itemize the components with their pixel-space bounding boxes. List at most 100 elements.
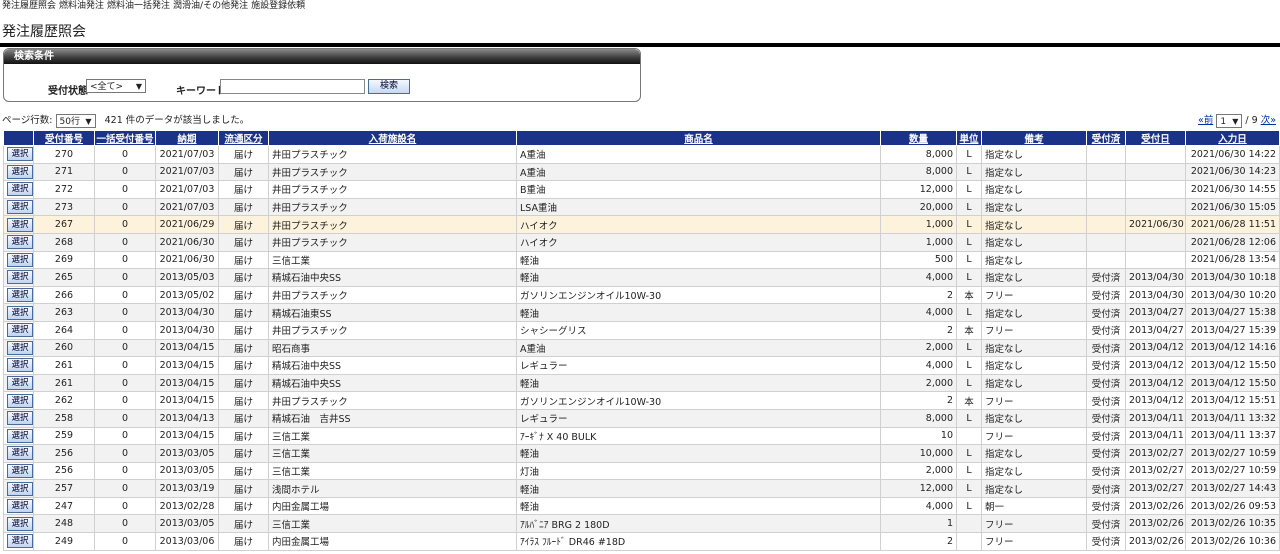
select-row-button[interactable]: 選択 [7, 393, 33, 408]
table-cell: L [956, 250, 982, 270]
table-cell: 258 [33, 408, 95, 428]
table-cell: 0 [94, 514, 156, 534]
select-row-button[interactable]: 選択 [7, 463, 33, 478]
column-header-10[interactable]: 受付済 [1086, 130, 1126, 146]
table-cell: 2021/06/30 14:23 [1185, 162, 1280, 182]
table-cell: 三信工業 [268, 426, 517, 446]
select-row-button[interactable]: 選択 [7, 200, 33, 215]
table-cell [1086, 215, 1126, 234]
table-cell: 2021/07/03 [155, 180, 219, 199]
column-header-3[interactable]: 納期 [155, 130, 219, 146]
pagination: «前 1 ▼ / 9 次» [1198, 112, 1276, 128]
table-cell: 2013/03/05 [155, 444, 219, 463]
table-cell: 12,000 [880, 180, 957, 199]
table-row: 選択 256 0 2013/03/05 届け 三信工業 軽油 10,000 L 指定なし 受付済 20… [3, 444, 1280, 463]
nav-link-2[interactable]: 燃料油一括発注 [107, 1, 170, 11]
nav-link-1[interactable]: 燃料油発注 [59, 1, 104, 11]
table-cell: 260 [33, 338, 95, 358]
table-cell: 受付済 [1086, 461, 1126, 481]
select-row-button[interactable]: 選択 [7, 534, 33, 549]
table-cell: 2021/06/28 12:06 [1185, 232, 1280, 252]
table-row: 選択 249 0 2013/03/06 届け 内田金属工場 ｱｲﾗｽ ﾌﾙｰﾄﾞ DR46 … [3, 532, 1280, 551]
column-header-6[interactable]: 商品名 [516, 130, 881, 146]
table-cell: 届け [218, 408, 269, 428]
table-cell: 269 [33, 250, 95, 270]
table-cell: 届け [218, 268, 269, 287]
select-row-button[interactable]: 選択 [7, 446, 33, 461]
column-header-2[interactable]: 一括受付番号 [94, 130, 156, 146]
select-row-button[interactable]: 選択 [7, 358, 33, 373]
select-row-button[interactable]: 選択 [7, 516, 33, 531]
select-row-button[interactable]: 選択 [7, 147, 33, 162]
keyword-input[interactable] [220, 79, 365, 94]
table-cell: 受付済 [1086, 391, 1126, 410]
table-cell: 内田金属工場 [268, 532, 517, 551]
select-row-button[interactable]: 選択 [7, 164, 33, 179]
page-select[interactable]: 1 ▼ [1216, 113, 1243, 128]
select-row-button[interactable]: 選択 [7, 481, 33, 496]
table-cell: 0 [94, 426, 156, 446]
table-cell: ハイオク [516, 215, 881, 234]
table-cell: 受付済 [1086, 303, 1126, 322]
table-cell: ガソリンエンジンオイル10W-30 [516, 391, 881, 410]
search-button[interactable]: 検索 [368, 79, 410, 94]
select-row-button[interactable]: 選択 [7, 428, 33, 443]
select-row-button[interactable]: 選択 [7, 411, 33, 426]
table-cell: ｱﾙﾊﾞﾆｱ BRG 2 180D [516, 514, 881, 534]
table-cell: 0 [94, 356, 156, 375]
table-cell: L [956, 162, 982, 182]
table-cell: 2013/04/30 [1125, 285, 1186, 305]
prev-page-link[interactable]: «前 [1198, 115, 1213, 126]
table-cell: 受付済 [1086, 285, 1126, 305]
select-row-button[interactable]: 選択 [7, 270, 33, 285]
order-history-table: 受付番号 一括受付番号 納期 流通区分 入荷施設名 商品名 数量 単位 備考 受付済 受付日 入力日 … [3, 130, 1280, 551]
select-row-button[interactable]: 選択 [7, 217, 33, 232]
select-row-button[interactable]: 選択 [7, 323, 33, 338]
select-row-button[interactable]: 選択 [7, 252, 33, 267]
column-header-1[interactable]: 受付番号 [33, 130, 95, 146]
table-cell: 受付済 [1086, 320, 1126, 340]
column-header-12[interactable]: 入力日 [1185, 130, 1280, 146]
select-row-button[interactable]: 選択 [7, 499, 33, 514]
table-cell: 2013/03/06 [155, 532, 219, 551]
table-cell: 2013/02/26 [1125, 532, 1186, 551]
table-cell: 2013/04/11 [1125, 408, 1186, 428]
table-cell: 指定なし [981, 479, 1087, 498]
table-cell: フリー [981, 514, 1087, 534]
table-cell: 12,000 [880, 479, 957, 498]
select-row-button[interactable]: 選択 [7, 288, 33, 303]
table-cell: L [956, 496, 982, 516]
table-cell: フリー [981, 426, 1087, 446]
table-cell: 273 [33, 197, 95, 217]
table-cell: A重油 [516, 145, 881, 164]
select-row-button[interactable]: 選択 [7, 376, 33, 391]
table-cell: 受付済 [1086, 514, 1126, 534]
table-cell: 井田プラスチック [268, 180, 517, 199]
column-header-7[interactable]: 数量 [880, 130, 957, 146]
table-cell: 受付済 [1086, 479, 1126, 498]
table-cell: 2013/02/27 [1125, 444, 1186, 463]
column-header-8[interactable]: 単位 [956, 130, 982, 146]
column-header-5[interactable]: 入荷施設名 [268, 130, 517, 146]
table-cell: 2,000 [880, 461, 957, 481]
nav-link-3[interactable]: 潤滑油/その他発注 [173, 1, 248, 11]
status-select[interactable]: <全て> ▼ [86, 79, 146, 93]
table-row: 選択 247 0 2013/02/28 届け 内田金属工場 軽油 4,000 L 朝一 受付済 201… [3, 496, 1280, 516]
select-cell: 選択 [3, 373, 34, 393]
status-select-value: <全て> [90, 82, 124, 92]
select-row-button[interactable]: 選択 [7, 340, 33, 355]
table-cell: 0 [94, 532, 156, 551]
column-header-9[interactable]: 備考 [981, 130, 1087, 146]
rows-per-page-select[interactable]: 50行 ▼ [55, 113, 96, 128]
nav-link-4[interactable]: 施設登録依頼 [251, 1, 305, 11]
column-header-11[interactable]: 受付日 [1125, 130, 1186, 146]
table-cell: 2013/02/26 10:35 [1185, 514, 1280, 534]
nav-link-0[interactable]: 発注履歴照会 [2, 1, 56, 11]
column-header-4[interactable]: 流通区分 [218, 130, 269, 146]
select-row-button[interactable]: 選択 [7, 235, 33, 250]
next-page-link[interactable]: 次» [1261, 115, 1276, 126]
table-cell: 2013/05/02 [155, 285, 219, 305]
table-cell: 1 [880, 514, 957, 534]
select-row-button[interactable]: 選択 [7, 305, 33, 320]
select-row-button[interactable]: 選択 [7, 182, 33, 197]
